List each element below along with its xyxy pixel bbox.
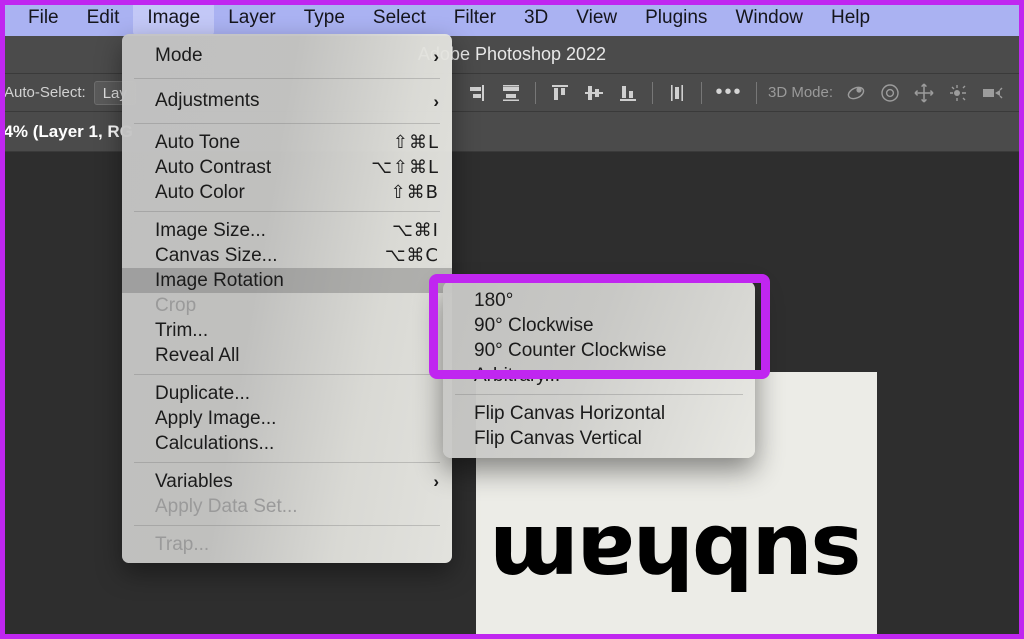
toolbar-separator [701, 81, 702, 104]
menu-item-label: Crop [155, 294, 197, 316]
menu-item-label: Trap... [155, 533, 210, 555]
zoom-and-layer-status: 54% (Layer 1, RG [0, 122, 133, 141]
submenu-item-arbitrary[interactable]: Arbitrary... [443, 363, 755, 388]
submenu-item-90-counter-clockwise[interactable]: 90° Counter Clockwise [443, 338, 755, 363]
menu-item-auto-tone[interactable]: Auto Tone ⇧⌘L [122, 130, 452, 155]
menu-item-mode[interactable]: Mode › [122, 40, 452, 72]
menu-item-label: Mode [155, 45, 203, 66]
menu-item-label: Canvas Size... [155, 244, 278, 266]
mode-3d-label: 3D Mode: [768, 84, 834, 101]
submenu-item-label: Flip Canvas Horizontal [474, 402, 666, 424]
rotate-3d-icon[interactable] [839, 77, 873, 109]
more-options-button[interactable]: ••• [709, 81, 749, 104]
submenu-separator [455, 394, 743, 395]
slide-3d-icon[interactable] [941, 77, 975, 109]
menu-item-adjustments[interactable]: Adjustments › [122, 85, 452, 117]
roll-3d-icon[interactable] [873, 77, 907, 109]
menu-item-image-rotation[interactable]: Image Rotation › [122, 268, 452, 293]
menu-separator [134, 123, 440, 124]
menu-item-label: Auto Tone [155, 131, 241, 153]
menu-item-label: Adjustments [155, 90, 260, 111]
submenu-item-180[interactable]: 180° [443, 288, 755, 313]
menubar-item-select[interactable]: Select [359, 1, 440, 35]
menu-item-label: Apply Image... [155, 407, 277, 429]
chevron-right-icon: › [433, 271, 439, 290]
menubar-item-3d[interactable]: 3D [510, 1, 562, 35]
distribute-icon[interactable] [660, 77, 694, 109]
align-right-edges-icon[interactable] [460, 77, 494, 109]
toolbar-separator [652, 81, 653, 104]
menubar-item-filter[interactable]: Filter [440, 1, 510, 35]
menu-item-image-size[interactable]: Image Size... ⌥⌘I [122, 218, 452, 243]
align-vertical-centers-icon[interactable] [577, 77, 611, 109]
menubar-item-plugins[interactable]: Plugins [631, 1, 721, 35]
menu-item-label: Trim... [155, 319, 209, 341]
menu-item-apply-data-set: Apply Data Set... [122, 494, 452, 519]
toolbar-separator [535, 81, 536, 104]
menu-item-crop: Crop [122, 293, 452, 318]
alignment-toolbar: ••• 3D Mode: [460, 73, 1009, 112]
menu-item-label: Reveal All [155, 344, 240, 366]
menu-item-apply-image[interactable]: Apply Image... [122, 406, 452, 431]
canvas-artwork-text: subham [491, 506, 862, 606]
menu-item-duplicate[interactable]: Duplicate... [122, 381, 452, 406]
menubar-item-view[interactable]: View [562, 1, 631, 35]
image-menu-dropdown[interactable]: Mode › Adjustments › Auto Tone ⇧⌘L Auto Contra… [122, 34, 452, 563]
menu-item-label: Auto Color [155, 181, 245, 203]
menubar-item-file[interactable]: File [14, 1, 73, 35]
submenu-item-label: Arbitrary... [474, 364, 561, 386]
align-top-edges-icon[interactable] [543, 77, 577, 109]
menu-separator [134, 374, 440, 375]
chevron-right-icon: › [433, 46, 439, 66]
menu-item-label: Calculations... [155, 432, 275, 454]
align-bottom-edges-icon[interactable] [611, 77, 645, 109]
align-horizontal-centers-icon[interactable] [494, 77, 528, 109]
mac-menu-bar: File Edit Image Layer Type Select Filter 3D View… [0, 0, 1024, 36]
menu-item-shortcut: ⇧⌘L [392, 132, 439, 153]
menubar-item-layer[interactable]: Layer [214, 1, 290, 35]
menu-item-label: Duplicate... [155, 382, 251, 404]
submenu-item-label: 180° [474, 289, 514, 311]
menu-item-label: Image Size... [155, 219, 266, 241]
scale-3d-camera-icon[interactable] [975, 77, 1009, 109]
menu-separator [134, 78, 440, 79]
menu-separator [134, 462, 440, 463]
menu-item-label: Variables [155, 470, 233, 492]
menu-item-reveal-all[interactable]: Reveal All [122, 343, 452, 368]
menu-item-shortcut: ⌥⇧⌘L [371, 157, 439, 178]
submenu-item-flip-canvas-horizontal[interactable]: Flip Canvas Horizontal [443, 401, 755, 426]
menubar-item-type[interactable]: Type [290, 1, 359, 35]
menubar-item-help[interactable]: Help [817, 1, 884, 35]
auto-select-label: Auto-Select: [4, 84, 86, 101]
screenshot-root: subham Adobe Photoshop 2022 Auto-Select:… [0, 0, 1024, 639]
menu-item-shortcut: ⌥⌘C [384, 245, 439, 266]
pan-3d-icon[interactable] [907, 77, 941, 109]
menu-item-trim[interactable]: Trim... [122, 318, 452, 343]
menu-item-shortcut: ⌥⌘I [391, 220, 439, 241]
submenu-item-label: Flip Canvas Vertical [474, 427, 642, 449]
chevron-right-icon: › [433, 91, 439, 111]
menubar-item-image[interactable]: Image [133, 1, 215, 35]
menu-item-auto-color[interactable]: Auto Color ⇧⌘B [122, 180, 452, 205]
menu-item-canvas-size[interactable]: Canvas Size... ⌥⌘C [122, 243, 452, 268]
menu-item-label: Auto Contrast [155, 156, 272, 178]
menu-item-variables[interactable]: Variables › [122, 469, 452, 494]
menubar-item-window[interactable]: Window [721, 1, 817, 35]
menu-item-trap: Trap... [122, 532, 452, 557]
menu-separator [134, 525, 440, 526]
menu-item-auto-contrast[interactable]: Auto Contrast ⌥⇧⌘L [122, 155, 452, 180]
menu-item-calculations[interactable]: Calculations... [122, 431, 452, 456]
menubar-item-edit[interactable]: Edit [73, 1, 134, 35]
menu-separator [134, 211, 440, 212]
menu-item-label: Apply Data Set... [155, 495, 298, 517]
image-rotation-submenu[interactable]: 180° 90° Clockwise 90° Counter Clockwise Ar… [443, 281, 755, 458]
chevron-right-icon: › [433, 472, 439, 491]
submenu-item-90-clockwise[interactable]: 90° Clockwise [443, 313, 755, 338]
submenu-item-label: 90° Counter Clockwise [474, 339, 667, 361]
menu-item-shortcut: ⇧⌘B [390, 182, 439, 203]
submenu-item-label: 90° Clockwise [474, 314, 594, 336]
menu-item-label: Image Rotation [155, 269, 284, 291]
toolbar-separator [756, 81, 757, 104]
submenu-item-flip-canvas-vertical[interactable]: Flip Canvas Vertical [443, 426, 755, 451]
